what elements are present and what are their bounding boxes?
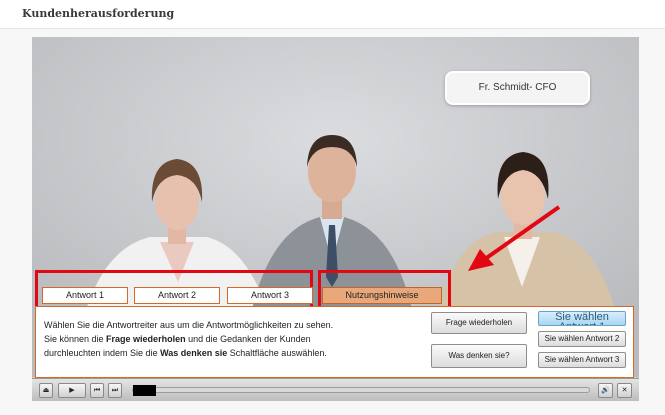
repeat-question-button[interactable]: Frage wiederholen <box>431 312 527 334</box>
instruction-panel: Wählen Sie die Antwortreiter aus um die … <box>35 306 634 378</box>
tab-antwort-1[interactable]: Antwort 1 <box>42 287 128 304</box>
close-icon[interactable]: ✕ <box>617 383 632 398</box>
window-title: Kundenherausforderung <box>22 7 175 20</box>
tab-antwort-3[interactable]: Antwort 3 <box>227 287 313 304</box>
choose-answer-3-button[interactable]: Sie wählen Antwort 3 <box>538 352 626 368</box>
tab-nutzungshinweise[interactable]: Nutzungshinweise <box>322 287 442 304</box>
instruction-line-1: Wählen Sie die Antwortreiter aus um die … <box>44 320 334 330</box>
play-icon[interactable]: ▶ <box>58 383 86 398</box>
instruction-line-3: durchleuchten indem Sie die Was denken s… <box>44 348 327 358</box>
window-titlebar: Kundenherausforderung <box>0 0 665 29</box>
exit-icon[interactable]: ⏏ <box>39 383 53 398</box>
volume-icon[interactable]: 🔊 <box>598 383 613 398</box>
tab-antwort-2[interactable]: Antwort 2 <box>134 287 220 304</box>
speaker-name-badge: Fr. Schmidt- CFO <box>445 71 590 105</box>
forward-icon[interactable]: ⏭ <box>108 383 122 398</box>
choose-answer-1-button[interactable]: Sie wählen Antwort 1 <box>538 311 626 326</box>
playback-controls: ⏏ ▶ ⏮ ⏭ 🔊 ✕ <box>32 378 639 401</box>
choose-answer-2-button[interactable]: Sie wählen Antwort 2 <box>538 331 626 347</box>
instruction-text: Wählen Sie die Antwortreiter aus um die … <box>44 318 424 360</box>
instruction-line-2: Sie können die Frage wiederholen und die… <box>44 334 311 344</box>
seek-progress <box>133 385 156 396</box>
what-they-think-button[interactable]: Was denken sie? <box>431 344 527 368</box>
seek-bar[interactable] <box>132 385 590 396</box>
rewind-icon[interactable]: ⏮ <box>90 383 104 398</box>
video-player: Fr. Schmidt- CFO Antwort 1 Antwort 2 Ant… <box>32 37 639 401</box>
